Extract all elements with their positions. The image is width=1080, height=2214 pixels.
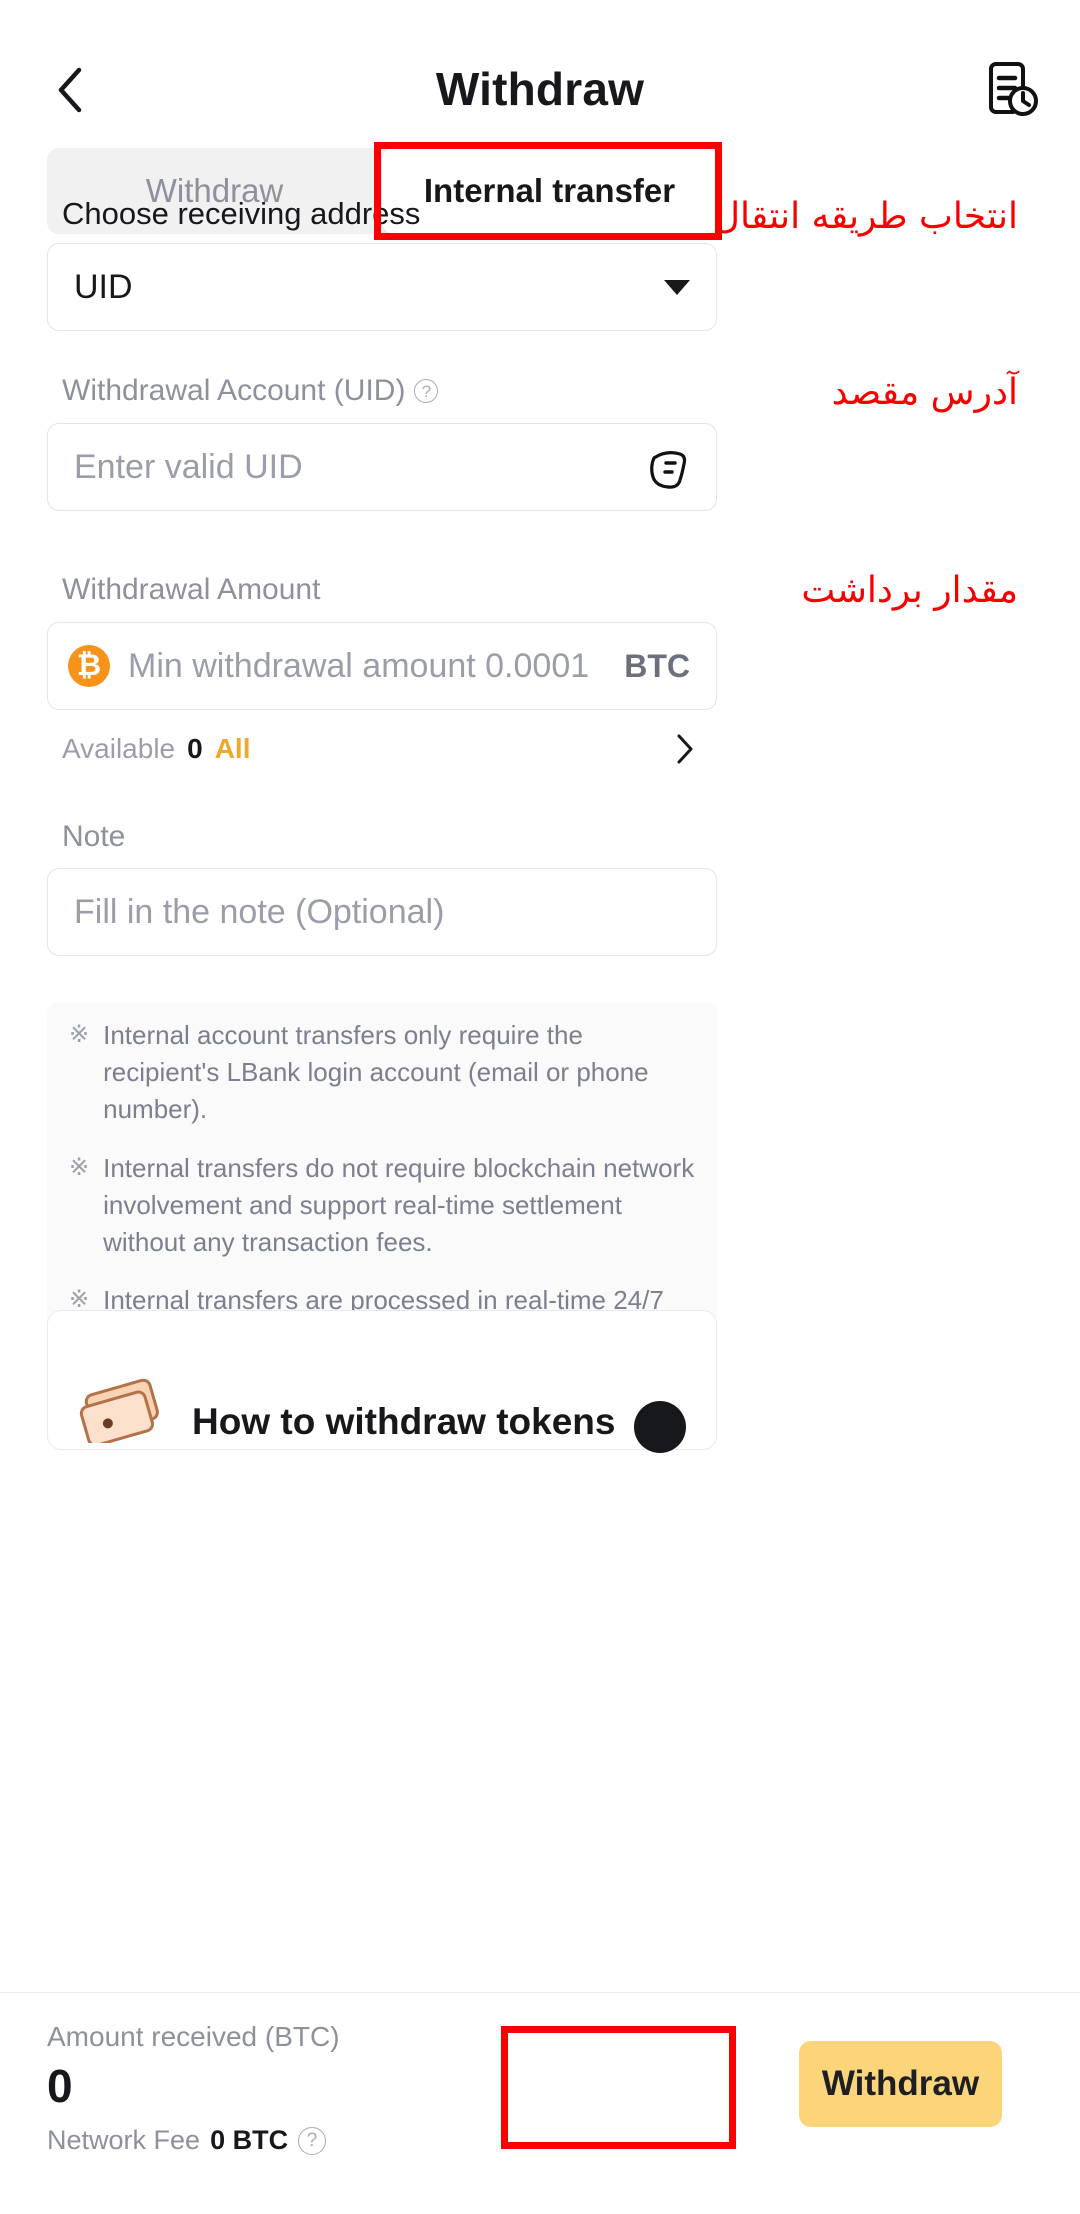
tab-internal-transfer[interactable]: Internal transfer bbox=[382, 148, 717, 234]
tip-item: ※ Internal account transfers only requir… bbox=[69, 1017, 695, 1128]
network-fee-row: Network Fee 0 BTC ? bbox=[47, 2125, 327, 2156]
question-circle-icon[interactable]: ? bbox=[298, 2126, 327, 2155]
tip-item: ※ Internal transfers do not require bloc… bbox=[69, 1150, 695, 1261]
tip-text: Internal transfers do not require blockc… bbox=[103, 1152, 695, 1257]
note-label: Note bbox=[62, 820, 126, 853]
tip-marker-icon: ※ bbox=[69, 1153, 90, 1181]
available-label: Available bbox=[62, 733, 176, 764]
withdrawal-amount-label: Withdrawal Amount bbox=[62, 573, 321, 606]
stacked-cards-icon bbox=[79, 1378, 159, 1443]
note-input-placeholder: Fill in the note (Optional) bbox=[74, 892, 445, 931]
all-button[interactable]: All bbox=[215, 733, 251, 765]
annotation-destination-address: آدرس مقصد bbox=[831, 372, 1018, 413]
note-input-field[interactable]: Fill in the note (Optional) bbox=[47, 868, 717, 956]
how-to-withdraw-card[interactable]: How to withdraw tokens bbox=[47, 1310, 717, 1453]
how-to-withdraw-title: How to withdraw tokens bbox=[192, 1401, 616, 1442]
address-book-icon[interactable] bbox=[644, 444, 692, 492]
withdrawal-account-label-text: Withdrawal Account (UID) bbox=[62, 374, 406, 407]
withdrawal-account-label: Withdrawal Account (UID) ? bbox=[62, 374, 439, 408]
document-clock-icon bbox=[989, 62, 1038, 116]
amount-unit-label: BTC bbox=[624, 647, 690, 684]
annotation-transfer-method: انتخاب طریقه انتقال bbox=[713, 196, 1018, 237]
bottom-action-bar: Amount received (BTC) 0 Network Fee 0 BT… bbox=[0, 1992, 1080, 2214]
uid-input-field[interactable]: Enter valid UID bbox=[47, 423, 717, 511]
amount-received-value: 0 bbox=[47, 2060, 73, 2112]
receiving-address-select[interactable]: UID bbox=[47, 243, 717, 331]
tip-marker-icon: ※ bbox=[69, 1021, 90, 1048]
receiving-address-label: Choose receiving address bbox=[62, 196, 421, 231]
annotation-withdrawal-amount: مقدار برداشت bbox=[801, 570, 1018, 611]
network-fee-label: Network Fee bbox=[47, 2125, 201, 2155]
bitcoin-icon: ₿ bbox=[68, 645, 110, 687]
network-fee-value: 0 BTC bbox=[210, 2125, 289, 2155]
uid-input-placeholder: Enter valid UID bbox=[74, 447, 303, 486]
available-balance-row[interactable]: Available 0 All bbox=[62, 727, 702, 771]
amount-input-placeholder: Min withdrawal amount 0.0001 bbox=[128, 646, 590, 685]
amount-received-label: Amount received (BTC) bbox=[47, 2021, 340, 2052]
tip-text: Internal account transfers only require … bbox=[103, 1020, 649, 1124]
withdraw-screen: Withdraw Withdraw Internal transfer انتخ… bbox=[0, 0, 1080, 2214]
chevron-right-icon[interactable] bbox=[676, 733, 694, 765]
bitcoin-symbol: ₿ bbox=[76, 648, 102, 683]
receiving-address-value: UID bbox=[74, 267, 133, 306]
withdraw-submit-button[interactable]: Withdraw bbox=[799, 2041, 1002, 2127]
chevron-down-icon bbox=[664, 279, 690, 295]
amount-input-field[interactable]: ₿ Min withdrawal amount 0.0001 BTC bbox=[47, 622, 717, 710]
play-circle-icon[interactable] bbox=[634, 1401, 686, 1453]
page-title: Withdraw bbox=[435, 63, 645, 115]
history-button[interactable] bbox=[978, 58, 1042, 122]
available-value: 0 bbox=[187, 733, 203, 764]
app-header: Withdraw bbox=[0, 0, 1080, 140]
question-circle-icon[interactable]: ? bbox=[414, 379, 439, 403]
